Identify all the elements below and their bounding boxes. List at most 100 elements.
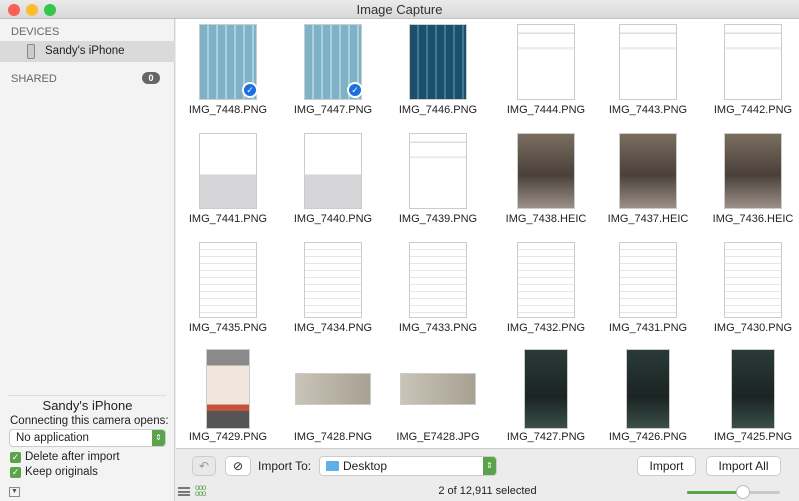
image-preview <box>626 349 670 429</box>
keep-originals-checkbox[interactable]: ✓ <box>10 467 21 478</box>
image-filename: IMG_7442.PNG <box>713 104 793 116</box>
image-thumbnail-item[interactable]: IMG_7430.PNG <box>701 240 799 348</box>
image-filename: IMG_7437.HEIC <box>607 213 689 225</box>
thumbnail-size-slider[interactable] <box>687 486 780 498</box>
iphone-icon <box>27 44 35 59</box>
selected-checkmark-icon: ✓ <box>242 82 258 98</box>
image-thumbnail-item[interactable]: IMG_7441.PNG <box>176 131 280 239</box>
image-thumbnail-item[interactable]: IMG_7432.PNG <box>494 240 598 348</box>
image-thumbnail-item[interactable]: IMG_7429.PNG <box>176 349 280 457</box>
connect-app-select[interactable]: No application ⇕ <box>10 430 165 446</box>
image-preview <box>724 133 782 209</box>
keep-originals-label: Keep originals <box>25 466 98 478</box>
image-filename: IMG_7446.PNG <box>398 104 478 116</box>
image-preview <box>206 349 250 429</box>
image-filename: IMG_7436.HEIC <box>712 213 794 225</box>
selected-checkmark-icon: ✓ <box>347 82 363 98</box>
image-preview <box>295 373 371 405</box>
image-preview <box>517 24 575 100</box>
import-to-label: Import To: <box>258 459 312 473</box>
image-preview <box>199 133 257 209</box>
image-filename: IMG_7439.PNG <box>398 213 478 225</box>
image-preview <box>619 242 677 318</box>
image-preview <box>409 133 467 209</box>
image-filename: IMG_7435.PNG <box>188 322 268 334</box>
image-thumbnail-item[interactable]: IMG_7434.PNG <box>281 240 385 348</box>
image-preview <box>517 133 575 209</box>
connect-app-value: No application <box>16 432 89 444</box>
image-filename: IMG_7430.PNG <box>713 322 793 334</box>
image-thumbnail-item[interactable]: IMG_7443.PNG <box>596 22 700 130</box>
delete-after-import-checkbox[interactable]: ✓ <box>10 452 21 463</box>
image-thumbnail-item[interactable]: IMG_7442.PNG <box>701 22 799 130</box>
image-filename: IMG_7431.PNG <box>608 322 688 334</box>
chevron-updown-icon: ⇕ <box>483 457 496 475</box>
destination-select[interactable]: Desktop ⇕ <box>320 457 496 475</box>
image-preview <box>724 242 782 318</box>
sidebar: DEVICES Sandy's iPhone SHARED 0 Sandy's … <box>0 19 175 501</box>
delete-button[interactable]: ⊘ <box>226 457 250 475</box>
image-preview <box>304 133 362 209</box>
image-thumbnail-item[interactable]: ✓ IMG_7448.PNG <box>176 22 280 130</box>
image-preview <box>400 373 476 405</box>
image-thumbnail-item[interactable]: IMG_7439.PNG <box>386 131 490 239</box>
image-thumbnail-item[interactable]: IMG_7435.PNG <box>176 240 280 348</box>
device-name: Sandy's iPhone <box>45 45 125 57</box>
image-preview <box>619 133 677 209</box>
import-button[interactable]: Import <box>638 457 695 475</box>
image-preview <box>731 349 775 429</box>
image-filename: IMG_7426.PNG <box>608 431 688 443</box>
image-thumbnail-item[interactable]: IMG_7425.PNG <box>701 349 799 457</box>
title-bar: Image Capture <box>0 0 799 19</box>
image-filename: IMG_7441.PNG <box>188 213 268 225</box>
image-thumbnail-item[interactable]: IMG_7433.PNG <box>386 240 490 348</box>
image-filename: IMG_E7428.JPG <box>396 431 480 443</box>
image-thumbnail-item[interactable]: ✓ IMG_7447.PNG <box>281 22 385 130</box>
image-filename: IMG_7438.HEIC <box>505 213 587 225</box>
sidebar-item-device[interactable]: Sandy's iPhone <box>0 41 175 62</box>
image-preview <box>524 349 568 429</box>
minimize-button[interactable] <box>26 4 38 16</box>
shared-header: SHARED <box>11 73 57 85</box>
image-thumbnail-item[interactable]: IMG_E7428.JPG <box>386 349 490 457</box>
image-thumbnail-item[interactable]: IMG_7437.HEIC <box>596 131 700 239</box>
panel-device-name: Sandy's iPhone <box>42 398 133 413</box>
shared-count-badge: 0 <box>142 72 160 84</box>
connect-label: Connecting this camera opens: <box>10 415 169 427</box>
image-filename: IMG_7428.PNG <box>293 431 373 443</box>
image-filename: IMG_7425.PNG <box>713 431 793 443</box>
chevron-updown-icon: ⇕ <box>152 430 165 446</box>
devices-header: DEVICES <box>11 26 60 38</box>
image-preview <box>199 242 257 318</box>
destination-value: Desktop <box>343 459 388 473</box>
rotate-button[interactable]: ↶ <box>193 457 215 475</box>
image-filename: IMG_7427.PNG <box>506 431 586 443</box>
image-preview <box>409 24 467 100</box>
image-thumbnail-item[interactable]: IMG_7427.PNG <box>494 349 598 457</box>
image-filename: IMG_7432.PNG <box>506 322 586 334</box>
prohibit-icon: ⊘ <box>232 459 244 473</box>
image-thumbnail-item[interactable]: IMG_7426.PNG <box>596 349 700 457</box>
image-thumbnail-item[interactable]: IMG_7440.PNG <box>281 131 385 239</box>
image-filename: IMG_7447.PNG <box>293 104 373 116</box>
image-preview <box>517 242 575 318</box>
divider <box>8 395 166 396</box>
image-thumbnail-item[interactable]: IMG_7444.PNG <box>494 22 598 130</box>
image-thumbnail-item[interactable]: IMG_7436.HEIC <box>701 131 799 239</box>
zoom-button[interactable] <box>44 4 56 16</box>
image-grid: ✓ IMG_7448.PNG ✓ IMG_7447.PNG IMG_7446.PNG IM… <box>176 19 799 449</box>
image-preview <box>619 24 677 100</box>
import-all-button[interactable]: Import All <box>707 457 780 475</box>
image-thumbnail-item[interactable]: IMG_7431.PNG <box>596 240 700 348</box>
close-button[interactable] <box>8 4 20 16</box>
image-preview <box>304 242 362 318</box>
slider-knob[interactable] <box>736 486 749 498</box>
image-thumbnail-item[interactable]: IMG_7428.PNG <box>281 349 385 457</box>
disclosure-icon[interactable]: ▼ <box>9 487 20 497</box>
image-filename: IMG_7429.PNG <box>188 431 268 443</box>
image-preview <box>409 242 467 318</box>
image-thumbnail-item[interactable]: IMG_7438.HEIC <box>494 131 598 239</box>
window-title: Image Capture <box>356 2 443 17</box>
delete-after-import-label: Delete after import <box>25 451 120 463</box>
image-thumbnail-item[interactable]: IMG_7446.PNG <box>386 22 490 130</box>
